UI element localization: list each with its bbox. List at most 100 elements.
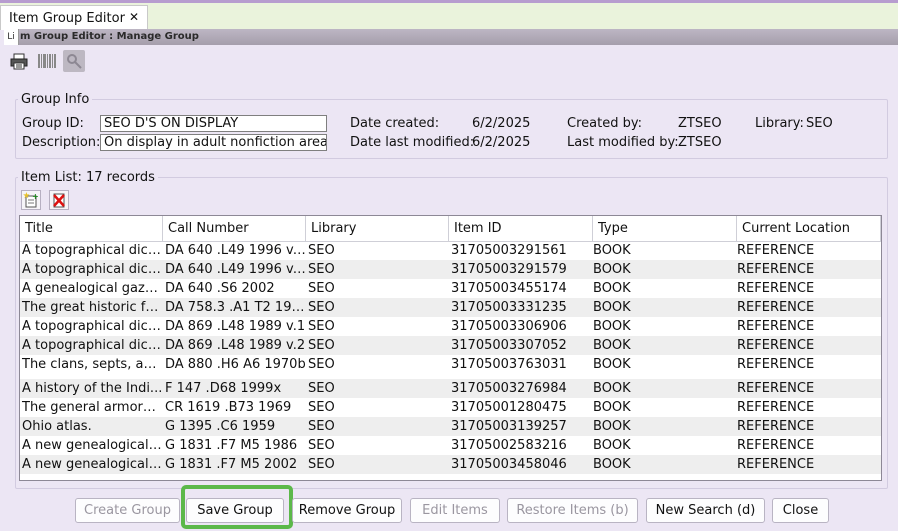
table-row[interactable]: A genealogical gaze... DA 640 .S6 2002 SEO… [20,279,881,298]
cell-type: BOOK [593,381,631,396]
search-disabled-icon [63,50,85,72]
cell-title: A genealogical gaze... [22,281,163,296]
cell-call-number: DA 869 .L48 1989 v.1 [165,319,306,334]
cell-call-number: G 1395 .C6 1959 [165,419,276,434]
cell-title: The clans, septs, an... [22,357,163,372]
tab-item-group-editor[interactable]: Item Group Editor ✕ [0,5,148,30]
cell-library: SEO [308,281,335,296]
cell-type: BOOK [593,319,631,334]
group-id-label: Group ID: [22,116,84,131]
column-header-library[interactable]: Library [306,216,449,241]
cell-item-id: 31705003291561 [451,243,567,258]
cell-current-location: REFERENCE [737,281,815,296]
cell-title: A topographical dicti... [22,243,163,258]
cell-type: BOOK [593,400,631,415]
table-row[interactable]: A history of the Indi... F 147 .D68 1999x… [20,379,881,398]
printer-icon[interactable] [8,50,30,72]
description-field[interactable]: On display in adult nonfiction area [100,134,327,151]
tab-strip: Item Group Editor ✕ [0,3,898,30]
created-by-label: Created by: [567,116,642,131]
cell-item-id: 31705003455174 [451,281,567,296]
table-row[interactable]: A topographical dicti... DA 640 .L49 1996… [20,241,881,260]
column-header-type[interactable]: Type [593,216,737,241]
cell-type: BOOK [593,357,631,372]
close-tab-icon[interactable]: ✕ [129,10,139,24]
cell-item-id: 31705003291579 [451,262,567,277]
cell-library: SEO [308,338,335,353]
item-list-legend: Item List: 17 records [18,170,158,185]
cell-call-number: CR 1619 .B73 1969 [165,400,292,415]
date-modified-value: 6/2/2025 [472,135,531,150]
cell-current-location: REFERENCE [737,457,815,472]
cell-item-id: 31705002583216 [451,438,567,453]
cell-call-number: F 147 .D68 1999x [165,381,282,396]
cell-library: SEO [308,319,335,334]
cell-library: SEO [308,381,335,396]
cell-title: A topographical dicti... [22,262,163,277]
cell-current-location: REFERENCE [737,357,815,372]
cell-call-number: G 1831 .F7 M5 1986 [165,438,298,453]
cell-item-id: 31705003458046 [451,457,567,472]
cell-call-number: DA 758.3 .A1 T2 1995 [165,300,306,315]
breadcrumb-mark: Li [4,29,19,45]
table-row[interactable]: The great historic fa... DA 758.3 .A1 T2 … [20,298,881,317]
add-item-icon[interactable]: + [21,190,41,210]
cell-title: A new genealogical ... [22,438,163,453]
cell-call-number: DA 640 .S6 2002 [165,281,275,296]
cell-call-number: G 1831 .F7 M5 2002 [165,457,298,472]
group-id-field[interactable]: SEO D'S ON DISPLAY [100,115,327,132]
table-row[interactable]: A new genealogical ... G 1831 .F7 M5 1986… [20,436,881,455]
table-row[interactable]: A new genealogical ... G 1831 .F7 M5 2002… [20,455,881,474]
cell-item-id: 31705001280475 [451,400,567,415]
remove-group-button[interactable]: Remove Group [292,498,402,523]
cell-current-location: REFERENCE [737,338,815,353]
table-row[interactable]: The clans, septs, an... DA 880 .H6 A6 197… [20,355,881,374]
breadcrumb: m Group Editor : Manage Group [4,29,898,45]
cell-library: SEO [308,438,335,453]
item-table: Title Call Number Library Item ID Type C… [19,215,882,481]
create-group-button[interactable]: Create Group [75,498,180,523]
restore-items-button[interactable]: Restore Items (b) [507,498,638,523]
cell-item-id: 31705003331235 [451,300,567,315]
description-label: Description: [22,135,101,150]
cell-title: The great historic fa... [22,300,163,315]
column-header-current-location[interactable]: Current Location [737,216,881,241]
remove-item-icon[interactable] [49,190,69,210]
table-row[interactable]: A topographical dicti... DA 869 .L48 1989… [20,317,881,336]
cell-current-location: REFERENCE [737,381,815,396]
table-row[interactable]: Ohio atlas. G 1395 .C6 1959 SEO 31705003139… [20,417,881,436]
table-row[interactable]: A topographical dicti... DA 869 .L48 1989… [20,336,881,355]
cell-call-number: DA 880 .H6 A6 1970b [165,357,306,372]
cell-library: SEO [308,400,335,415]
table-row[interactable]: A topographical dicti... DA 640 .L49 1996… [20,260,881,279]
barcode-icon [36,50,58,72]
cell-call-number: DA 640 .L49 1996 v.... [165,262,306,277]
cell-current-location: REFERENCE [737,319,815,334]
cell-current-location: REFERENCE [737,300,815,315]
cell-library: SEO [308,300,335,315]
date-modified-label: Date last modified: [350,135,475,150]
column-header-title[interactable]: Title [20,216,163,241]
cell-library: SEO [308,243,335,258]
column-header-call-number[interactable]: Call Number [163,216,306,241]
cell-current-location: REFERENCE [737,400,815,415]
svg-text:+: + [32,192,39,201]
table-row[interactable]: The general armory ... CR 1619 .B73 1969 S… [20,398,881,417]
cell-title: A new genealogical ... [22,457,163,472]
cell-type: BOOK [593,338,631,353]
edit-items-button[interactable]: Edit Items [410,498,500,523]
library-label: Library: [755,116,804,131]
modified-by-value: ZTSEO [678,135,722,150]
cell-title: Ohio atlas. [22,419,92,434]
cell-item-id: 31705003307052 [451,338,567,353]
save-group-highlight [181,485,293,529]
column-header-item-id[interactable]: Item ID [449,216,593,241]
new-search-button[interactable]: New Search (d) [646,498,765,523]
cell-library: SEO [308,457,335,472]
cell-title: A history of the Indi... [22,381,163,396]
cell-type: BOOK [593,457,631,472]
created-by-value: ZTSEO [678,116,722,131]
cell-library: SEO [308,419,335,434]
close-button[interactable]: Close [772,498,829,523]
cell-title: A topographical dicti... [22,319,163,334]
